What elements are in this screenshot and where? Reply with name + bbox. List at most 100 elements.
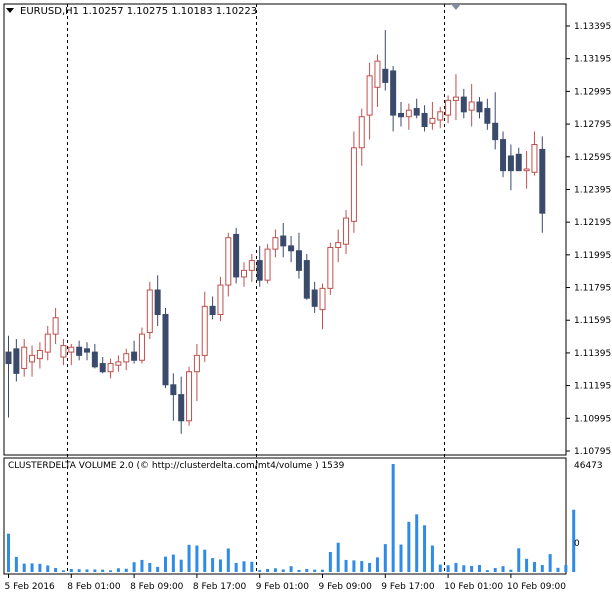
candle-body-37 <box>295 250 302 271</box>
volume-bar-16 <box>132 562 136 572</box>
candle-body-57 <box>452 96 459 101</box>
candle-body-42 <box>335 242 342 248</box>
candle-body-62 <box>492 122 499 141</box>
volume-bar-37 <box>297 569 301 572</box>
candle-body-14 <box>115 361 122 366</box>
candle-body-20 <box>162 314 169 386</box>
volume-bar-19 <box>156 566 160 572</box>
candle-body-23 <box>186 371 193 422</box>
volume-pane-frame <box>3 457 567 575</box>
candle-body-66 <box>523 168 530 172</box>
volume-bar-51 <box>407 521 411 572</box>
candle-body-4 <box>36 349 43 360</box>
volume-min-label: 0 <box>574 539 580 549</box>
indicator-title: CLUSTERDELTA VOLUME 2.0 (© http://cluste… <box>8 461 345 471</box>
candle-body-41 <box>327 246 334 289</box>
price-tick-label-1: 1.13195 <box>574 55 611 65</box>
candle-body-18 <box>146 289 153 333</box>
volume-bar-25 <box>203 549 207 572</box>
volume-bar-8 <box>69 568 73 572</box>
candle-body-64 <box>507 155 514 172</box>
volume-bar-56 <box>446 565 450 572</box>
volume-bar-31 <box>250 561 254 572</box>
volume-bar-58 <box>462 565 466 572</box>
price-tick-label-10: 1.11395 <box>574 349 611 359</box>
time-tick-label-2: 8 Feb 09:00 <box>130 582 184 592</box>
volume-bar-57 <box>454 562 458 572</box>
volume-bar-7 <box>61 570 65 572</box>
price-tick-label-0: 1.13395 <box>574 22 611 32</box>
volume-bar-29 <box>234 562 238 572</box>
candle-body-16 <box>131 351 138 361</box>
volume-bar-53 <box>423 525 427 572</box>
candle-body-61 <box>484 108 491 124</box>
ohlc-readout: 1.10257 1.10275 1.10183 1.10223 <box>82 6 258 17</box>
candle-body-59 <box>468 101 475 111</box>
volume-bar-43 <box>344 559 348 572</box>
chart-window[interactable]: 1.13395 1.13195 1.12995 1.12795 1.12595 1.123… <box>0 0 612 599</box>
time-tick-label-3: 8 Feb 17:00 <box>193 582 247 592</box>
volume-bar-36 <box>289 566 293 572</box>
candle-body-29 <box>233 233 240 278</box>
volume-bar-39 <box>313 569 317 572</box>
price-tick-label-4: 1.12595 <box>574 153 611 163</box>
price-tick-label-8: 1.11795 <box>574 284 611 294</box>
chart-menu-arrow-icon[interactable] <box>6 8 14 13</box>
price-tick-label-12: 1.10995 <box>574 414 611 424</box>
candle-body-32 <box>256 260 263 281</box>
volume-bar-62 <box>493 568 497 572</box>
candle-body-65 <box>515 153 522 172</box>
candle-body-50 <box>398 112 404 118</box>
candle-body-11 <box>91 351 98 368</box>
candle-body-53 <box>421 112 428 128</box>
volume-bar-3 <box>30 563 34 572</box>
candle-body-40 <box>319 287 326 311</box>
volume-bar-47 <box>375 557 379 572</box>
time-tick-label-6: 9 Feb 17:00 <box>381 582 435 592</box>
volume-bar-10 <box>85 569 89 572</box>
volume-bar-69 <box>548 554 552 572</box>
candle-body-51 <box>405 109 412 118</box>
volume-bar-63 <box>501 566 505 572</box>
time-tick-label-5: 9 Feb 09:00 <box>319 582 373 592</box>
volume-bar-2 <box>22 563 26 572</box>
volume-bar-22 <box>179 559 183 572</box>
volume-bar-68 <box>540 565 544 572</box>
candle-body-12 <box>99 363 106 373</box>
volume-bar-9 <box>77 569 81 572</box>
volume-bar-42 <box>336 542 340 572</box>
candle-body-34 <box>272 237 279 250</box>
volume-bar-59 <box>470 565 474 572</box>
volume-bar-34 <box>273 568 277 572</box>
volume-bar-5 <box>46 565 50 572</box>
symbol-label: EURUSD,H1 <box>20 6 80 17</box>
volume-bar-65 <box>517 548 521 572</box>
candle-body-21 <box>170 384 177 396</box>
volume-bar-27 <box>218 559 222 572</box>
volume-bar-13 <box>109 570 113 572</box>
volume-bar-40 <box>321 569 324 572</box>
candle-body-47 <box>374 60 381 88</box>
price-tick-label-3: 1.12795 <box>574 120 611 130</box>
volume-bar-44 <box>352 560 356 572</box>
price-tick-label-13: 1.10795 <box>574 447 611 457</box>
volume-bar-15 <box>124 568 128 572</box>
candle-body-60 <box>476 101 483 113</box>
candle-body-58 <box>460 96 467 113</box>
chart-header: EURUSD,H1 1.10257 1.10275 1.10183 1.1022… <box>20 6 257 17</box>
volume-bar-70 <box>556 567 560 572</box>
chart-canvas[interactable]: 1.13395 1.13195 1.12995 1.12795 1.12595 1.123… <box>0 0 612 599</box>
candle-body-52 <box>413 108 420 116</box>
candle-body-28 <box>225 237 232 286</box>
candle-body-46 <box>366 75 373 116</box>
volume-bar-21 <box>171 554 175 572</box>
volume-bar-52 <box>415 514 419 572</box>
candle-body-39 <box>311 289 318 307</box>
candle-body-10 <box>84 348 90 353</box>
candle-body-54 <box>429 117 436 124</box>
volume-bar-4 <box>38 563 42 572</box>
candle-body-6 <box>52 317 59 335</box>
candle-body-44 <box>350 147 357 222</box>
candle-body-9 <box>76 346 83 356</box>
volume-bar-23 <box>187 544 191 572</box>
